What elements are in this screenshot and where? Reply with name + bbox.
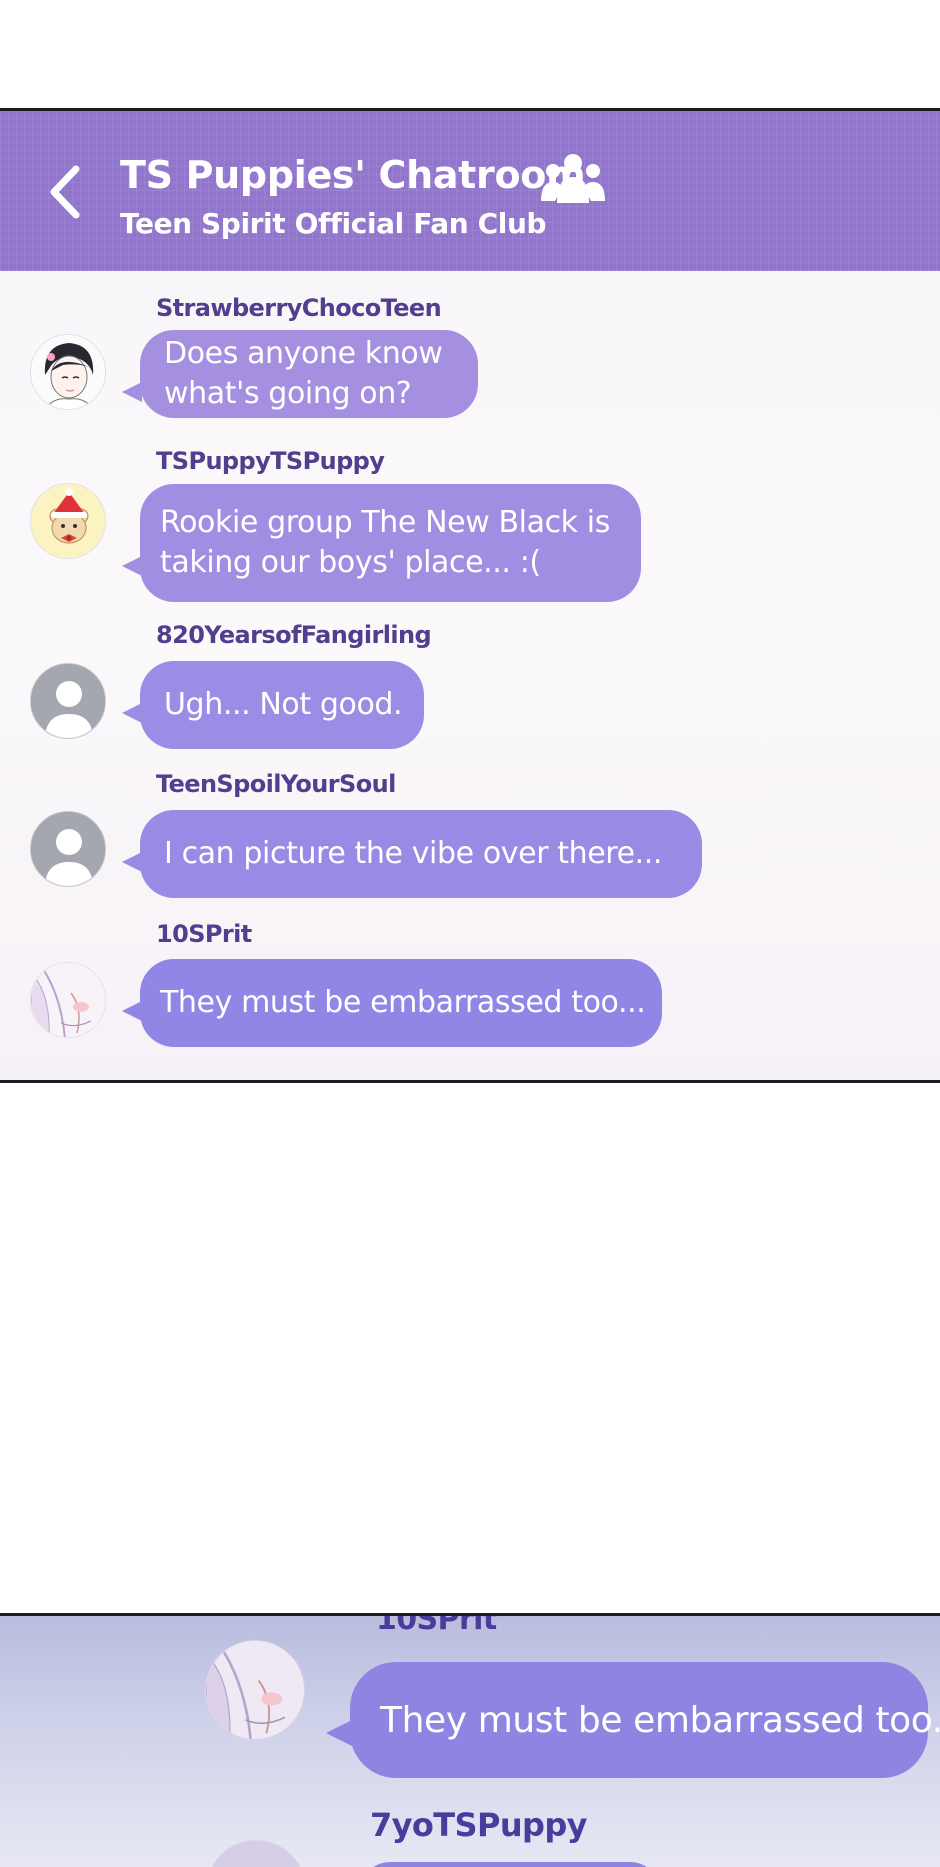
message-username[interactable]: TSPuppyTSPuppy [156, 447, 385, 475]
message-username[interactable]: 10SPrit [376, 1616, 497, 1637]
message-bubble-partial [360, 1862, 660, 1867]
teddy-bear-avatar[interactable] [30, 483, 106, 559]
message-text-line: Ugh... Not good. [164, 687, 403, 722]
message-bubble: I can picture the vibe over there... [122, 810, 702, 898]
message-bubble: Does anyone know what's going on? [122, 330, 478, 418]
chatroom-subtitle: Teen Spirit Official Fan Club [120, 207, 547, 240]
default-user-avatar[interactable] [30, 663, 106, 739]
message-username[interactable]: 820YearsofFangirling [156, 621, 432, 649]
chatroom-title: TS Puppies' Chatroom [120, 153, 586, 197]
message-text-line: They must be embarrassed too... [160, 985, 646, 1020]
default-user-avatar[interactable] [30, 811, 106, 887]
message-text-line: Does anyone know [164, 336, 443, 371]
message-username[interactable]: 7yoTSPuppy [370, 1806, 588, 1844]
message-text-line: I can picture the vibe over there... [164, 836, 663, 871]
girl-closeup-avatar[interactable] [30, 962, 106, 1038]
chat-panel-zoomed: 10SPrit They must be embarrassed too... … [0, 1613, 940, 1867]
message-bubble: Ugh... Not good. [122, 661, 424, 749]
boy-portrait-avatar[interactable] [30, 334, 106, 410]
message-username[interactable]: TeenSpoilYourSoul [156, 770, 396, 798]
user-avatar-partial[interactable] [206, 1840, 306, 1867]
chat-panel: TS Puppies' Chatroom Teen Spirit Officia… [0, 108, 940, 1083]
message-text-line: They must be embarrassed too... [380, 1699, 940, 1741]
message-bubble: They must be embarrassed too... [122, 959, 662, 1047]
message-bubble: Rookie group The New Black is taking our… [122, 484, 641, 602]
message-text-line: Rookie group The New Black is [160, 505, 610, 540]
back-button[interactable] [40, 161, 88, 223]
message-username[interactable]: StrawberryChocoTeen [156, 294, 442, 322]
message-text-line: what's going on? [164, 376, 412, 411]
message-text-line: taking our boys' place... :( [160, 545, 541, 580]
chevron-left-icon [50, 165, 80, 219]
message-username[interactable]: 10SPrit [156, 920, 252, 948]
group-icon[interactable] [540, 151, 606, 205]
message-bubble: They must be embarrassed too... [326, 1662, 940, 1778]
chat-header: TS Puppies' Chatroom Teen Spirit Officia… [0, 111, 940, 271]
girl-closeup-avatar[interactable] [205, 1640, 305, 1740]
